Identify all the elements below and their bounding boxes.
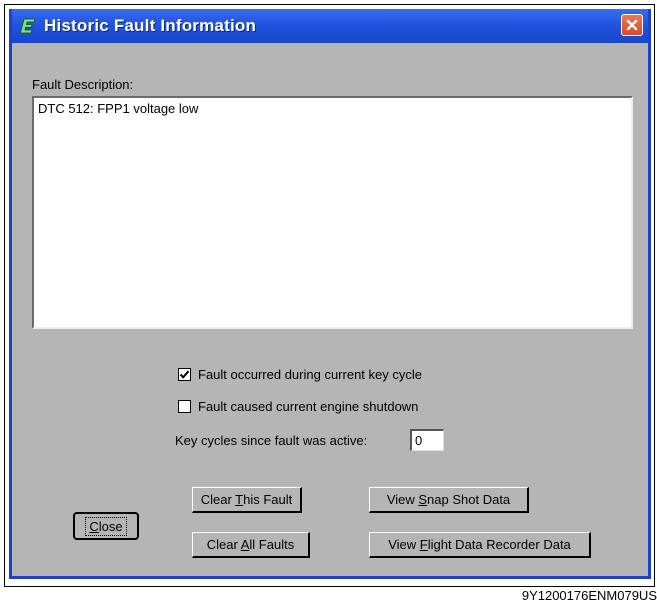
clear-all-faults-button[interactable]: Clear All Faults [192, 532, 310, 558]
key-cycles-label: Key cycles since fault was active: [175, 433, 368, 448]
fault-description-textarea[interactable]: DTC 512: FPP1 voltage low [32, 96, 633, 329]
occurred-current-cycle-checkbox[interactable] [178, 368, 191, 381]
fault-description-text: DTC 512: FPP1 voltage low [38, 101, 199, 116]
frame-border-bottom [4, 586, 655, 587]
frame-border-right [654, 4, 655, 587]
caused-shutdown-option[interactable]: Fault caused current engine shutdown [178, 399, 418, 414]
view-snapshot-data-label: View Snap Shot Data [386, 492, 511, 507]
caused-shutdown-checkbox[interactable] [178, 400, 191, 413]
caused-shutdown-label: Fault caused current engine shutdown [198, 399, 419, 414]
close-window-button[interactable] [621, 14, 643, 36]
occurred-current-cycle-label: Fault occurred during current key cycle [198, 367, 422, 382]
checkmark-icon [179, 370, 190, 379]
close-button-label: Close [85, 516, 127, 536]
historic-fault-dialog: Historic Fault Information Fault Descrip… [9, 9, 651, 579]
app-e-icon [18, 16, 38, 36]
frame-border-top [4, 4, 655, 5]
close-button[interactable]: Close [73, 512, 139, 540]
key-cycles-input[interactable]: 0 [410, 429, 444, 451]
view-flight-data-recorder-label: View Flight Data Recorder Data [388, 537, 571, 552]
figure-caption: 9Y1200176ENM079US [521, 588, 657, 603]
clear-this-fault-label: Clear This Fault [200, 492, 293, 507]
title-bar[interactable]: Historic Fault Information [12, 9, 648, 43]
clear-this-fault-button[interactable]: Clear This Fault [192, 487, 302, 513]
close-x-icon [626, 19, 638, 31]
fault-description-label: Fault Description: [32, 77, 134, 92]
view-flight-data-recorder-button[interactable]: View Flight Data Recorder Data [369, 532, 591, 558]
occurred-current-cycle-option[interactable]: Fault occurred during current key cycle [178, 367, 422, 382]
frame-border-left [4, 4, 5, 587]
window-title: Historic Fault Information [44, 16, 257, 35]
view-snapshot-data-button[interactable]: View Snap Shot Data [369, 487, 529, 513]
clear-all-faults-label: Clear All Faults [206, 537, 295, 552]
